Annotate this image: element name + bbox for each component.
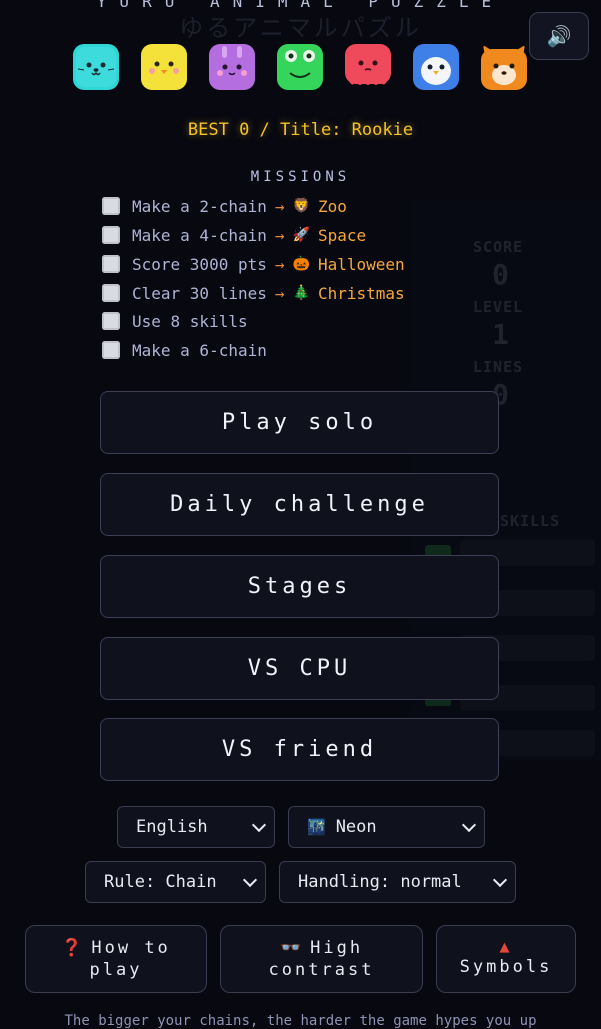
mission-text: Score 3000 pts (132, 254, 267, 274)
mission-item: Use 8 skills (102, 309, 248, 333)
vs-friend-button[interactable]: VS friend (100, 718, 499, 781)
daily-challenge-button[interactable]: Daily challenge (100, 473, 499, 536)
arrow-icon: → (274, 196, 285, 216)
mission-item: Clear 30 lines → 🎄 Christmas (102, 281, 405, 305)
how-to-play-button[interactable]: ❓ How to play (25, 925, 207, 993)
chevron-down-icon (492, 872, 508, 888)
stages-button[interactable]: Stages (100, 555, 499, 618)
mission-item: Score 3000 pts → 🎃 Halloween (102, 252, 405, 276)
question-icon: ❓ (61, 938, 86, 958)
how-to-play-label-2: play (89, 960, 143, 980)
chevron-down-icon (251, 817, 267, 833)
glasses-icon: 👓 (279, 938, 305, 958)
rule-select[interactable]: Rule: Chain (85, 861, 266, 903)
christmas-tree-icon: 🎄 (292, 285, 310, 301)
sound-toggle-button[interactable]: 🔊 (529, 12, 589, 60)
mission-item: Make a 6-chain (102, 338, 267, 362)
mission-reward: Halloween (317, 254, 405, 274)
bg-lines-label: LINES (473, 358, 524, 376)
mission-text: Use 8 skills (132, 311, 248, 331)
symbols-label: Symbols (459, 957, 553, 977)
arrow-icon: → (274, 283, 285, 303)
penguin-icon (413, 44, 459, 90)
animal-character-row (72, 43, 532, 93)
bg-level-value: 1 (492, 318, 510, 351)
vs-cpu-button[interactable]: VS CPU (100, 637, 499, 700)
footer-hint-text: The bigger your chains, the harder the g… (64, 1013, 537, 1029)
cat-icon (73, 44, 119, 90)
pumpkin-icon: 🎃 (292, 256, 310, 272)
rocket-icon: 🚀 (292, 227, 310, 243)
language-select-value: English (136, 817, 208, 837)
high-contrast-label-1: High (310, 938, 364, 958)
high-contrast-button[interactable]: 👓 High contrast (220, 925, 423, 993)
mission-text: Make a 6-chain (132, 340, 267, 360)
chick-icon (141, 44, 187, 90)
bg-score-label: SCORE (473, 238, 524, 256)
chevron-down-icon (242, 872, 258, 888)
rule-select-value: Rule: Chain (104, 872, 217, 892)
mission-text: Clear 30 lines (132, 283, 267, 303)
checkbox-icon (102, 284, 120, 302)
mission-text: Make a 4-chain (132, 225, 267, 245)
checkbox-icon (102, 197, 120, 215)
speaker-icon: 🔊 (546, 24, 572, 48)
fox-icon (481, 45, 527, 90)
bunny-icon (209, 44, 255, 90)
handling-select-value: Handling: normal (298, 872, 462, 892)
best-score-title: BEST 0 / Title: Rookie (187, 120, 414, 140)
mission-reward: Space (317, 225, 367, 245)
how-to-play-label-1: How to (91, 938, 171, 958)
theme-select[interactable]: 🌃 Neon (288, 806, 485, 848)
frog-icon (277, 44, 323, 90)
lion-icon: 🦁 (292, 198, 310, 214)
play-solo-button[interactable]: Play solo (100, 391, 499, 454)
mission-reward: Christmas (317, 283, 405, 303)
handling-select[interactable]: Handling: normal (279, 861, 516, 903)
theme-select-value: Neon (335, 817, 377, 837)
game-subtitle: ゆるアニマルパズル (179, 14, 422, 42)
chevron-down-icon (461, 817, 477, 833)
triangle-icon: ▲ (499, 940, 513, 955)
mission-item: Make a 4-chain → 🚀 Space (102, 223, 366, 247)
mission-text: Make a 2-chain (132, 196, 267, 216)
language-select[interactable]: English (117, 806, 275, 848)
symbols-button[interactable]: ▲ Symbols (436, 925, 576, 993)
bg-score-value: 0 (492, 258, 510, 291)
octopus-icon (345, 44, 391, 85)
mission-item: Make a 2-chain → 🦁 Zoo (102, 194, 347, 218)
arrow-icon: → (274, 254, 285, 274)
bg-skills-label: SKILLS (500, 512, 561, 530)
checkbox-icon (102, 312, 120, 330)
missions-heading: MISSIONS (250, 169, 351, 185)
mission-reward: Zoo (317, 196, 347, 216)
checkbox-icon (102, 341, 120, 359)
bg-level-label: LEVEL (473, 298, 524, 316)
checkbox-icon (102, 255, 120, 273)
checkbox-icon (102, 226, 120, 244)
night-city-icon: 🌃 (307, 818, 326, 836)
arrow-icon: → (274, 225, 285, 245)
high-contrast-label-2: contrast (268, 960, 375, 980)
